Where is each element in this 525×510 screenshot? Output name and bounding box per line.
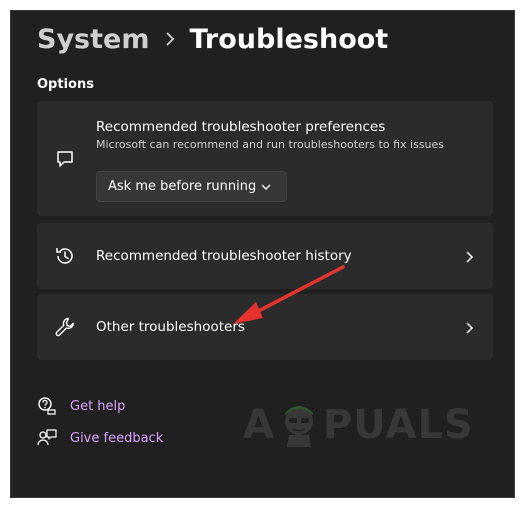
history-title: Recommended troubleshooter history [96, 248, 352, 264]
breadcrumb-system[interactable]: System [37, 24, 149, 55]
feedback-icon [37, 428, 57, 448]
get-help-label: Get help [70, 398, 126, 414]
chevron-right-icon [165, 32, 175, 46]
give-feedback-label: Give feedback [70, 430, 164, 446]
give-feedback-link[interactable]: Give feedback [37, 427, 163, 449]
section-heading-options: Options [37, 77, 94, 92]
settings-window: System Troubleshoot Options Recommended … [10, 10, 515, 498]
breadcrumb: System Troubleshoot [37, 23, 388, 55]
preferences-title: Recommended troubleshooter preferences [96, 119, 386, 135]
help-icon [37, 396, 57, 416]
get-help-link[interactable]: Get help [37, 395, 125, 417]
card-other-troubleshooters[interactable]: Other troubleshooters [37, 294, 493, 360]
watermark-text-left: A [243, 402, 275, 448]
chat-bubble-icon [53, 147, 77, 171]
watermark-text-right: PUALS [322, 402, 474, 448]
chevron-down-icon [260, 181, 272, 193]
mascot-logo-icon [284, 406, 313, 447]
wrench-icon [53, 315, 77, 339]
preferences-description: Microsoft can recommend and run troubles… [96, 138, 444, 151]
history-icon [53, 244, 77, 268]
other-troubleshooters-title: Other troubleshooters [96, 319, 245, 335]
card-troubleshooter-history[interactable]: Recommended troubleshooter history [37, 223, 493, 289]
chevron-right-icon [463, 249, 475, 263]
dropdown-selected-value: Ask me before running [108, 179, 257, 194]
page-title: Troubleshoot [189, 23, 389, 55]
chevron-right-icon [463, 320, 475, 334]
card-troubleshooter-preferences: Recommended troubleshooter preferences M… [37, 101, 493, 216]
appuals-watermark: A PUALS [243, 401, 474, 449]
troubleshooter-preference-dropdown[interactable]: Ask me before running [96, 171, 287, 202]
